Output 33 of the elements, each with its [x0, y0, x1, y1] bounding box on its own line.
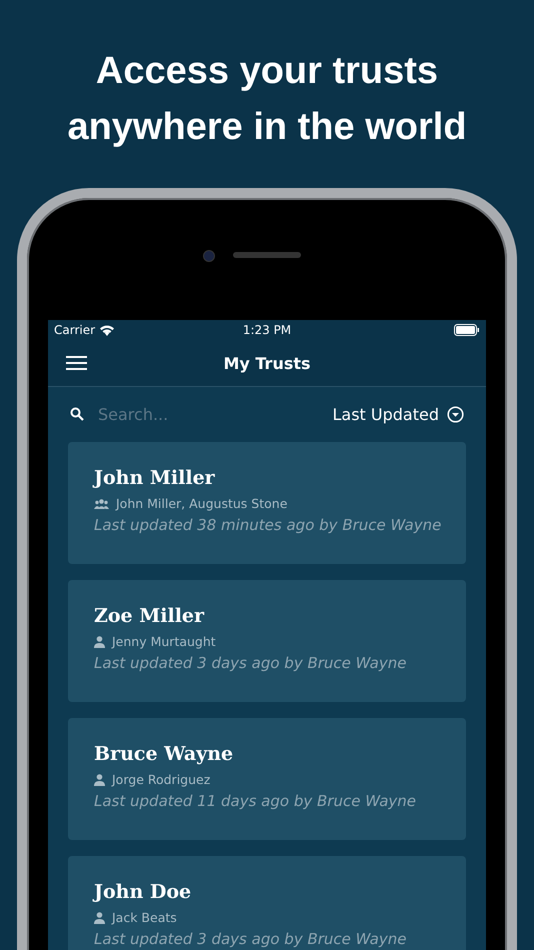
headline: Access your trusts anywhere in the world [66, 49, 468, 150]
trust-card[interactable]: Bruce Wayne Jorge Rodriguez Last updated 11 days ago by Bruce Wayne [68, 718, 466, 840]
battery-icon [454, 324, 480, 336]
speaker-grille [233, 252, 301, 258]
people-icon [94, 498, 109, 508]
person-icon [94, 912, 105, 924]
trust-card[interactable]: John Miller John Miller, Augustus Stone Last updated 38 minutes ago by Bruce Wayne [68, 442, 466, 564]
camera-icon [203, 250, 215, 262]
search-icon [70, 407, 84, 421]
search-field[interactable]: Search... [98, 404, 238, 424]
last-updated-text: Last updated 3 days ago by Bruce Wayne [94, 930, 408, 948]
last-updated-text: Last updated 38 minutes ago by Bruce Wayne [94, 516, 442, 534]
wifi-icon [99, 324, 116, 336]
trust-members: Jorge Rodriguez [112, 772, 210, 787]
carrier-label: Carrier [54, 323, 96, 337]
last-updated-text: Last updated 3 days ago by Bruce Wayne [94, 654, 408, 672]
trust-card[interactable]: John Doe Jack Beats Last updated 3 days ago by Bruce Wayne [68, 856, 466, 950]
menu-icon[interactable] [66, 355, 87, 371]
trust-members: Jack Beats [112, 910, 177, 925]
screen-title: My Trusts [222, 354, 312, 372]
last-updated-text: Last updated 11 days ago by Bruce Wayne [94, 792, 418, 810]
person-icon [94, 774, 105, 786]
trust-name: John Doe [94, 881, 192, 903]
trust-members: John Miller, Augustus Stone [116, 496, 288, 511]
person-icon [94, 636, 105, 648]
sort-dropdown[interactable]: Last Updated [332, 404, 464, 424]
status-time: 1:23 PM [242, 323, 292, 337]
trust-name: Bruce Wayne [94, 743, 234, 765]
trust-members: Jenny Murtaught [112, 634, 216, 649]
trust-name: John Miller [94, 467, 216, 489]
trust-name: Zoe Miller [94, 605, 206, 627]
chevron-down-icon [447, 406, 464, 422]
trust-card[interactable]: Zoe Miller Jenny Murtaught Last updated 3 days ago by Bruce Wayne [68, 580, 466, 702]
